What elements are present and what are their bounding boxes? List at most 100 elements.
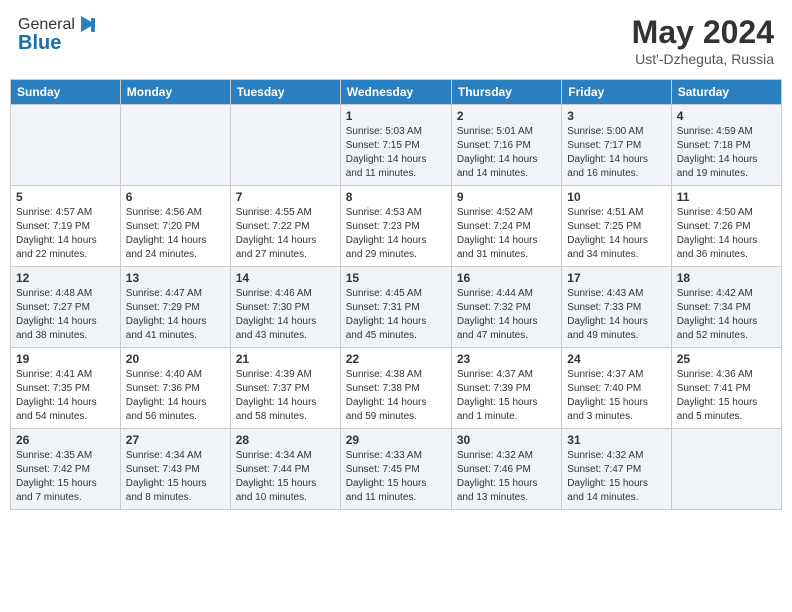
col-header-saturday: Saturday [671,80,781,105]
calendar-cell: 14 Sunrise: 4:46 AM Sunset: 7:30 PM Dayli… [230,267,340,348]
calendar-cell [671,429,781,510]
day-content: Sunrise: 4:41 AM Sunset: 7:35 PM Dayligh… [16,368,115,424]
day-number: 16 [457,271,556,285]
calendar-cell: 4 Sunrise: 4:59 AM Sunset: 7:18 PM Daylig… [671,105,781,186]
calendar-cell: 29 Sunrise: 4:33 AM Sunset: 7:45 PM Dayli… [340,429,451,510]
day-number: 2 [457,109,556,123]
day-number: 6 [126,190,225,204]
col-header-tuesday: Tuesday [230,80,340,105]
day-number: 19 [16,352,115,366]
day-number: 28 [236,433,335,447]
calendar-cell: 1 Sunrise: 5:03 AM Sunset: 7:15 PM Daylig… [340,105,451,186]
day-content: Sunrise: 4:32 AM Sunset: 7:46 PM Dayligh… [457,449,556,505]
calendar-cell: 30Sunrise: 4:32 AM Sunset: 7:46 PM Dayli… [451,429,561,510]
day-content: Sunrise: 4:47 AM Sunset: 7:29 PM Dayligh… [126,287,225,343]
calendar-table: SundayMondayTuesdayWednesdayThursdayFrid… [10,79,782,510]
day-content: Sunrise: 4:42 AM Sunset: 7:34 PM Dayligh… [677,287,776,343]
calendar-cell: 24 Sunrise: 4:37 AM Sunset: 7:40 PM Dayli… [562,348,671,429]
day-number: 26 [16,433,115,447]
day-number: 23 [457,352,556,366]
calendar-cell: 3 Sunrise: 5:00 AM Sunset: 7:17 PM Daylig… [562,105,671,186]
calendar-cell: 13 Sunrise: 4:47 AM Sunset: 7:29 PM Dayli… [120,267,230,348]
day-content: Sunrise: 4:45 AM Sunset: 7:31 PM Dayligh… [346,287,446,343]
calendar-cell: 10Sunrise: 4:51 AM Sunset: 7:25 PM Dayli… [562,186,671,267]
calendar-header-row: SundayMondayTuesdayWednesdayThursdayFrid… [11,80,782,105]
day-number: 17 [567,271,665,285]
calendar-cell: 7 Sunrise: 4:55 AM Sunset: 7:22 PM Daylig… [230,186,340,267]
location: Ust'-Dzheguta, Russia [632,51,774,67]
calendar-week-row: 19 Sunrise: 4:41 AM Sunset: 7:35 PM Dayli… [11,348,782,429]
calendar-cell: 27 Sunrise: 4:34 AM Sunset: 7:43 PM Dayli… [120,429,230,510]
day-number: 29 [346,433,446,447]
day-number: 8 [346,190,446,204]
calendar-cell: 15 Sunrise: 4:45 AM Sunset: 7:31 PM Dayli… [340,267,451,348]
col-header-wednesday: Wednesday [340,80,451,105]
calendar-cell: 20 Sunrise: 4:40 AM Sunset: 7:36 PM Dayli… [120,348,230,429]
day-number: 27 [126,433,225,447]
day-number: 25 [677,352,776,366]
day-content: Sunrise: 4:34 AM Sunset: 7:43 PM Dayligh… [126,449,225,505]
calendar-cell: 5Sunrise: 4:57 AM Sunset: 7:19 PM Daylig… [11,186,121,267]
calendar-cell [230,105,340,186]
calendar-cell: 11 Sunrise: 4:50 AM Sunset: 7:26 PM Dayli… [671,186,781,267]
day-content: Sunrise: 4:36 AM Sunset: 7:41 PM Dayligh… [677,368,776,424]
day-number: 15 [346,271,446,285]
day-content: Sunrise: 4:38 AM Sunset: 7:38 PM Dayligh… [346,368,446,424]
calendar-cell: 21Sunrise: 4:39 AM Sunset: 7:37 PM Dayli… [230,348,340,429]
day-number: 24 [567,352,665,366]
day-content: Sunrise: 4:37 AM Sunset: 7:40 PM Dayligh… [567,368,665,424]
day-number: 14 [236,271,335,285]
calendar-cell: 28 Sunrise: 4:34 AM Sunset: 7:44 PM Dayli… [230,429,340,510]
day-number: 20 [126,352,225,366]
calendar-cell: 12 Sunrise: 4:48 AM Sunset: 7:27 PM Dayli… [11,267,121,348]
day-number: 3 [567,109,665,123]
calendar-cell: 19 Sunrise: 4:41 AM Sunset: 7:35 PM Dayli… [11,348,121,429]
col-header-sunday: Sunday [11,80,121,105]
calendar-cell: 6Sunrise: 4:56 AM Sunset: 7:20 PM Daylig… [120,186,230,267]
day-content: Sunrise: 4:34 AM Sunset: 7:44 PM Dayligh… [236,449,335,505]
calendar-week-row: 26Sunrise: 4:35 AM Sunset: 7:42 PM Dayli… [11,429,782,510]
col-header-thursday: Thursday [451,80,561,105]
day-content: Sunrise: 4:33 AM Sunset: 7:45 PM Dayligh… [346,449,446,505]
day-number: 10 [567,190,665,204]
calendar-cell: 26Sunrise: 4:35 AM Sunset: 7:42 PM Dayli… [11,429,121,510]
calendar-cell: 22 Sunrise: 4:38 AM Sunset: 7:38 PM Dayli… [340,348,451,429]
month-title: May 2024 [632,14,774,51]
calendar-week-row: 5Sunrise: 4:57 AM Sunset: 7:19 PM Daylig… [11,186,782,267]
calendar-cell: 9 Sunrise: 4:52 AM Sunset: 7:24 PM Daylig… [451,186,561,267]
day-content: Sunrise: 4:40 AM Sunset: 7:36 PM Dayligh… [126,368,225,424]
day-content: Sunrise: 4:46 AM Sunset: 7:30 PM Dayligh… [236,287,335,343]
day-number: 7 [236,190,335,204]
day-content: Sunrise: 4:55 AM Sunset: 7:22 PM Dayligh… [236,206,335,262]
day-number: 13 [126,271,225,285]
day-content: Sunrise: 4:48 AM Sunset: 7:27 PM Dayligh… [16,287,115,343]
logo-icon [77,14,99,36]
day-content: Sunrise: 4:52 AM Sunset: 7:24 PM Dayligh… [457,206,556,262]
day-content: Sunrise: 4:59 AM Sunset: 7:18 PM Dayligh… [677,125,776,181]
calendar-cell: 17Sunrise: 4:43 AM Sunset: 7:33 PM Dayli… [562,267,671,348]
logo: General Blue [18,14,99,55]
day-number: 4 [677,109,776,123]
day-content: Sunrise: 4:39 AM Sunset: 7:37 PM Dayligh… [236,368,335,424]
col-header-monday: Monday [120,80,230,105]
calendar-week-row: 12 Sunrise: 4:48 AM Sunset: 7:27 PM Dayli… [11,267,782,348]
day-content: Sunrise: 5:00 AM Sunset: 7:17 PM Dayligh… [567,125,665,181]
day-number: 11 [677,190,776,204]
calendar-cell: 8Sunrise: 4:53 AM Sunset: 7:23 PM Daylig… [340,186,451,267]
calendar-cell [11,105,121,186]
col-header-friday: Friday [562,80,671,105]
calendar-cell: 23 Sunrise: 4:37 AM Sunset: 7:39 PM Dayli… [451,348,561,429]
day-content: Sunrise: 4:37 AM Sunset: 7:39 PM Dayligh… [457,368,556,424]
day-content: Sunrise: 4:57 AM Sunset: 7:19 PM Dayligh… [16,206,115,262]
day-number: 1 [346,109,446,123]
day-number: 9 [457,190,556,204]
page-header: General Blue May 2024 Ust'-Dzheguta, Rus… [10,10,782,71]
day-content: Sunrise: 4:32 AM Sunset: 7:47 PM Dayligh… [567,449,665,505]
day-number: 12 [16,271,115,285]
calendar-cell: 2Sunrise: 5:01 AM Sunset: 7:16 PM Daylig… [451,105,561,186]
day-content: Sunrise: 5:03 AM Sunset: 7:15 PM Dayligh… [346,125,446,181]
day-number: 22 [346,352,446,366]
day-content: Sunrise: 4:50 AM Sunset: 7:26 PM Dayligh… [677,206,776,262]
calendar-cell: 16Sunrise: 4:44 AM Sunset: 7:32 PM Dayli… [451,267,561,348]
title-block: May 2024 Ust'-Dzheguta, Russia [632,14,774,67]
